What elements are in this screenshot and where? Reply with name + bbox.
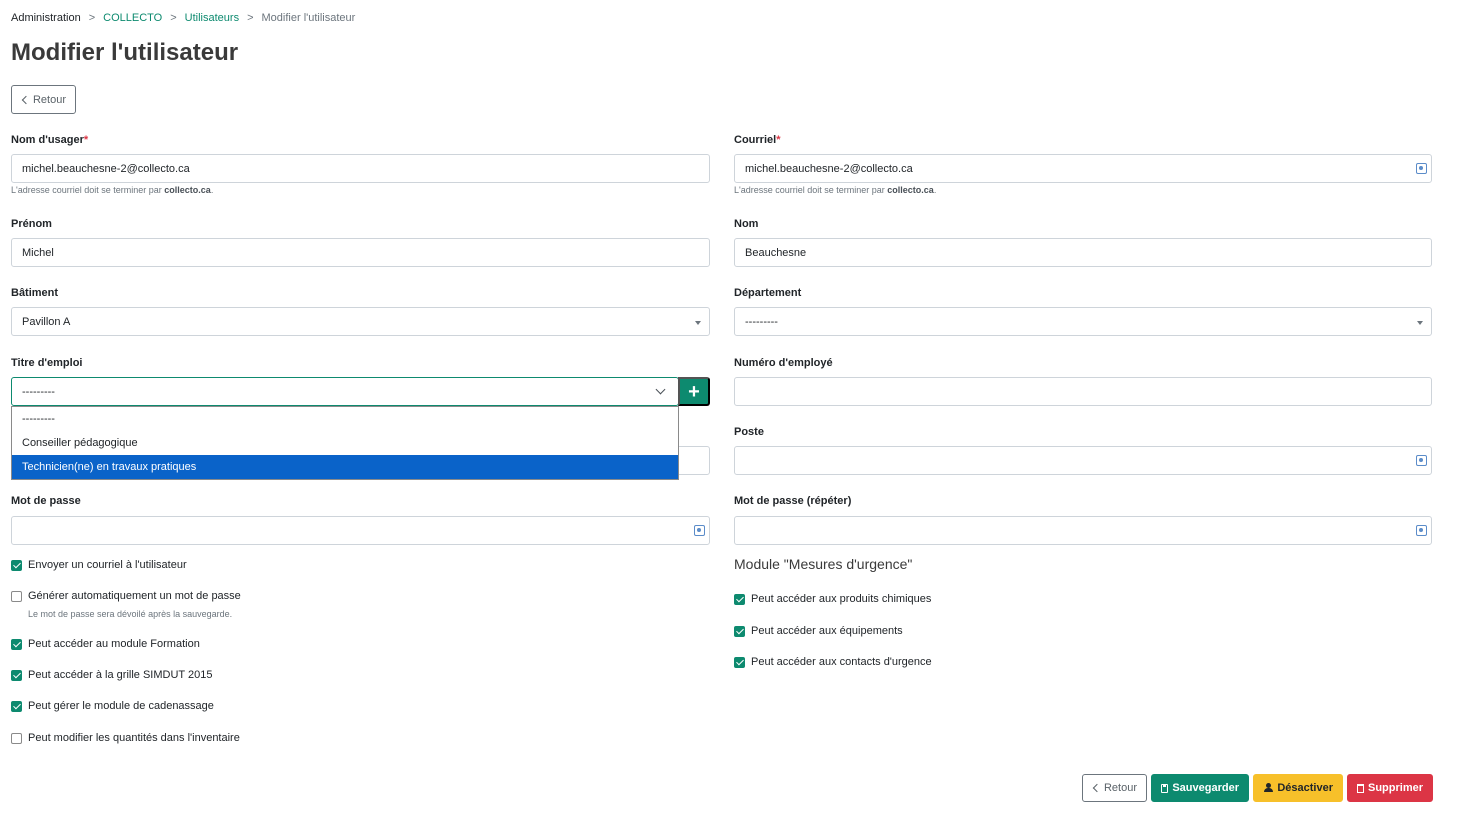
checkbox-generate-password[interactable]: Générer automatiquement un mot de passe — [11, 590, 241, 602]
autofill-contact-icon[interactable] — [1416, 163, 1427, 174]
module-title: Module "Mesures d'urgence" — [734, 556, 913, 572]
username-help: L'adresse courriel doit se terminer par … — [11, 185, 214, 195]
checkbox-label: Envoyer un courriel à l'utilisateur — [28, 559, 187, 571]
checkbox-label: Peut accéder au module Formation — [28, 638, 200, 650]
password-repeat-input[interactable] — [734, 516, 1432, 545]
delete-label: Supprimer — [1367, 782, 1423, 794]
last-name-label: Nom — [734, 218, 759, 230]
department-value: --------- — [745, 315, 778, 328]
chevron-down-icon — [655, 384, 666, 395]
checkbox-cadenassage[interactable]: Peut gérer le module de cadenassage — [11, 700, 214, 712]
job-title-select[interactable]: --------- — [11, 377, 679, 406]
first-name-label: Prénom — [11, 218, 52, 230]
breadcrumb-separator: > — [88, 12, 96, 24]
deactivate-label: Désactiver — [1277, 782, 1333, 794]
checkbox-label: Peut modifier les quantités dans l'inven… — [28, 732, 240, 744]
checkbox-checked-icon[interactable] — [11, 700, 22, 712]
autofill-contact-icon[interactable] — [1416, 455, 1427, 466]
checkbox-checked-icon[interactable] — [734, 656, 745, 668]
password-label: Mot de passe — [11, 495, 81, 507]
checkbox-formation[interactable]: Peut accéder au module Formation — [11, 638, 200, 650]
checkbox-emergency-contacts[interactable]: Peut accéder aux contacts d'urgence — [734, 656, 932, 668]
checkbox-unchecked-icon[interactable] — [11, 590, 22, 602]
checkbox-label: Peut accéder aux équipements — [751, 625, 903, 637]
department-label: Département — [734, 287, 802, 299]
last-name-value: Beauchesne — [745, 246, 807, 259]
checkbox-label: Générer automatiquement un mot de passe — [28, 590, 241, 602]
department-select[interactable]: --------- — [734, 307, 1432, 336]
checkbox-chemicals[interactable]: Peut accéder aux produits chimiques — [734, 593, 931, 605]
email-input[interactable]: michel.beauchesne-2@collecto.ca — [734, 154, 1432, 183]
checkbox-checked-icon[interactable] — [734, 593, 745, 605]
checkbox-inventory[interactable]: Peut modifier les quantités dans l'inven… — [11, 732, 240, 744]
checkbox-label: Peut accéder aux contacts d'urgence — [751, 656, 932, 668]
back-button-bottom[interactable]: Retour — [1082, 774, 1147, 802]
username-label: Nom d'usager* — [11, 134, 89, 146]
password-repeat-label: Mot de passe (répéter) — [734, 495, 852, 507]
checkbox-send-email[interactable]: Envoyer un courriel à l'utilisateur — [11, 559, 187, 571]
job-title-value: --------- — [22, 385, 55, 398]
email-label: Courriel* — [734, 134, 781, 146]
autofill-contact-icon[interactable] — [1416, 525, 1427, 536]
trash-icon — [1357, 783, 1364, 793]
job-title-option[interactable]: --------- — [12, 407, 678, 431]
job-title-label: Titre d'emploi — [11, 357, 83, 369]
back-label: Retour — [1103, 782, 1137, 794]
checkbox-checked-icon[interactable] — [11, 669, 22, 681]
employee-number-input[interactable] — [734, 377, 1432, 406]
last-name-input[interactable]: Beauchesne — [734, 238, 1432, 267]
save-label: Sauvegarder — [1172, 782, 1239, 794]
checkbox-label: Peut accéder aux produits chimiques — [751, 593, 932, 605]
breadcrumb-administration[interactable]: Administration — [11, 12, 81, 24]
checkbox-label: Peut accéder à la grille SIMDUT 2015 — [28, 669, 213, 681]
email-help: L'adresse courriel doit se terminer par … — [734, 185, 937, 195]
position-label: Poste — [734, 426, 764, 438]
breadcrumb-current: Modifier l'utilisateur — [261, 12, 356, 24]
checkbox-unchecked-icon[interactable] — [11, 732, 22, 744]
breadcrumb-separator: > — [247, 12, 254, 24]
checkbox-equipment[interactable]: Peut accéder aux équipements — [734, 625, 903, 637]
first-name-value: Michel — [22, 246, 54, 259]
back-button-label: Retour — [32, 93, 67, 106]
generate-password-help: Le mot de passe sera dévoilé après la sa… — [28, 609, 233, 619]
checkbox-checked-icon[interactable] — [11, 559, 22, 571]
add-job-title-button[interactable]: + — [678, 377, 710, 406]
back-button-top[interactable]: Retour — [11, 85, 76, 114]
position-input[interactable] — [734, 446, 1432, 475]
delete-button[interactable]: Supprimer — [1347, 774, 1433, 802]
chevron-left-icon — [1092, 783, 1102, 793]
page-title: Modifier l'utilisateur — [11, 39, 239, 66]
email-value: michel.beauchesne-2@collecto.ca — [745, 162, 913, 175]
username-value: michel.beauchesne-2@collecto.ca — [22, 162, 190, 175]
save-button[interactable]: Sauvegarder — [1151, 774, 1249, 802]
checkbox-label: Peut gérer le module de cadenassage — [28, 700, 214, 712]
building-select[interactable]: Pavillon A — [11, 307, 710, 336]
checkbox-checked-icon[interactable] — [11, 638, 22, 650]
deactivate-button[interactable]: Désactiver — [1253, 774, 1343, 802]
job-title-option[interactable]: Conseiller pédagogique — [12, 431, 678, 455]
password-input[interactable] — [11, 516, 710, 545]
username-input[interactable]: michel.beauchesne-2@collecto.ca — [11, 154, 710, 183]
job-title-dropdown[interactable]: --------- Conseiller pédagogique Technic… — [11, 406, 679, 480]
first-name-input[interactable]: Michel — [11, 238, 710, 267]
building-label: Bâtiment — [11, 287, 59, 299]
autofill-contact-icon[interactable] — [694, 525, 705, 536]
breadcrumb-utilisateurs[interactable]: Utilisateurs — [185, 12, 239, 24]
job-title-option-selected[interactable]: Technicien(ne) en travaux pratiques — [12, 455, 678, 479]
breadcrumb: Administration > COLLECTO > Utilisateurs… — [11, 12, 355, 24]
checkbox-checked-icon[interactable] — [734, 625, 745, 637]
employee-number-label: Numéro d'employé — [734, 357, 833, 369]
breadcrumb-collecto[interactable]: COLLECTO — [103, 12, 162, 24]
caret-down-icon — [1417, 321, 1423, 325]
chevron-left-icon — [21, 95, 31, 104]
footer-actions: Retour Sauvegarder Désactiver Supprimer — [1082, 774, 1433, 802]
caret-down-icon — [695, 321, 701, 325]
user-slash-icon — [1263, 783, 1274, 793]
checkbox-simdut[interactable]: Peut accéder à la grille SIMDUT 2015 — [11, 669, 212, 681]
breadcrumb-separator: > — [170, 12, 177, 24]
building-value: Pavillon A — [22, 315, 71, 328]
save-icon — [1161, 783, 1169, 793]
